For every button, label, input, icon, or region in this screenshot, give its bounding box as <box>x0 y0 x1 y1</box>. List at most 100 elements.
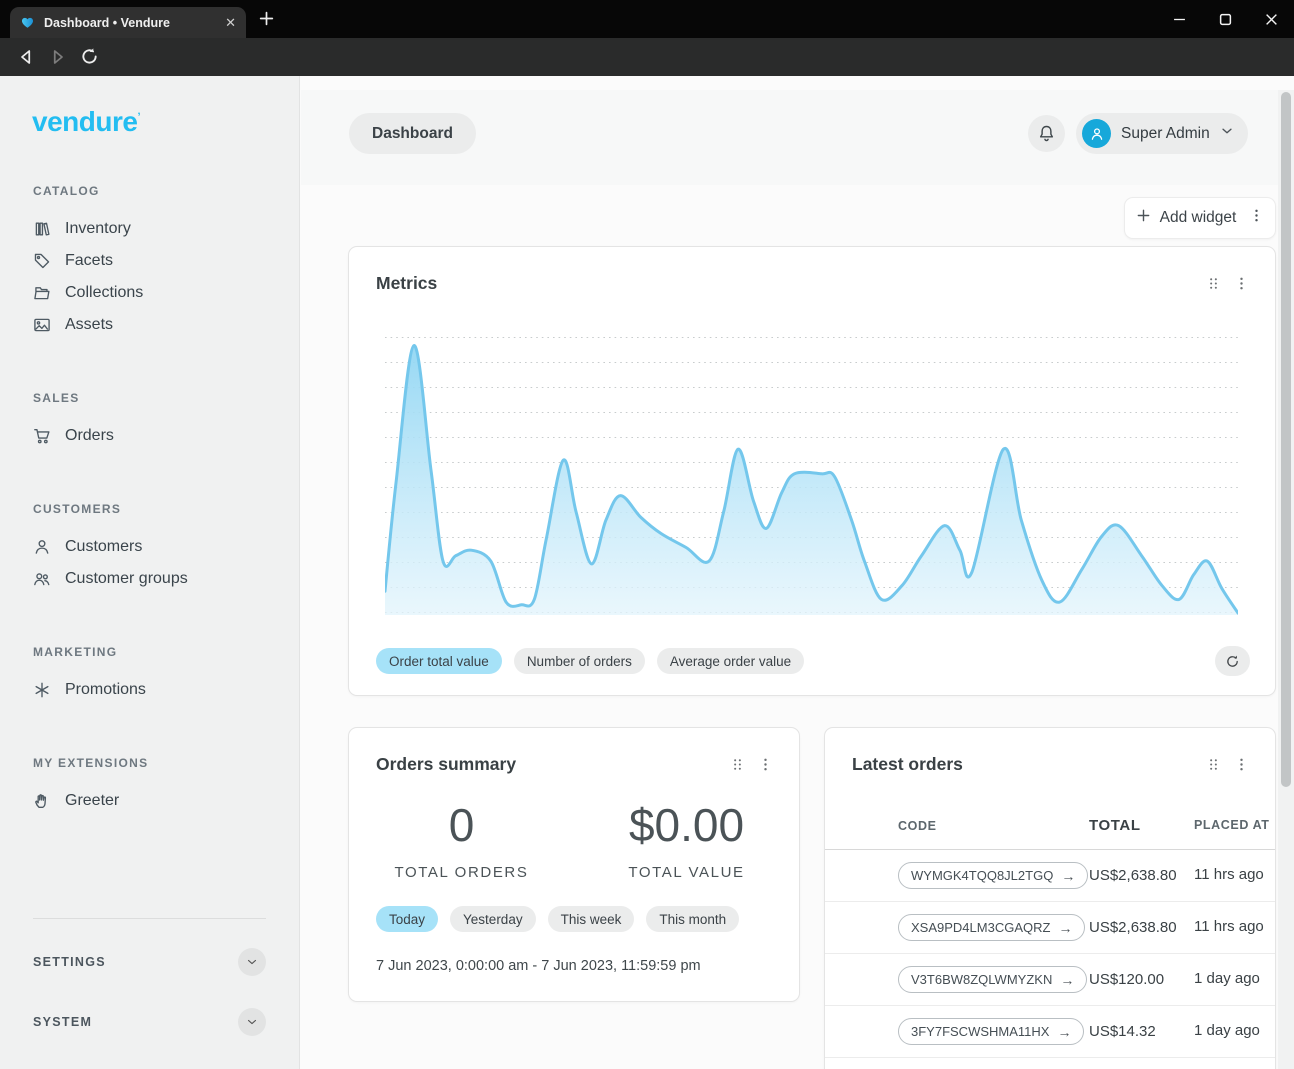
orders-summary-widget: Orders summary 0 TOTAL ORDERS $0.00 <box>348 727 800 1002</box>
section-label: CUSTOMERS <box>33 502 275 516</box>
chip-order-total-value[interactable]: Order total value <box>376 648 502 674</box>
sidebar-item-promotions[interactable]: Promotions <box>33 674 275 706</box>
total-orders-label: TOTAL ORDERS <box>349 864 574 881</box>
users-icon <box>33 570 51 588</box>
bell-icon <box>1037 124 1056 143</box>
drag-handle-icon[interactable] <box>1206 276 1221 291</box>
sidebar-item-inventory[interactable]: Inventory <box>33 213 275 245</box>
add-widget-label: Add widget <box>1160 209 1237 227</box>
window-maximize-icon[interactable] <box>1202 0 1248 38</box>
main-area: Dashboard Super Admin Add widget <box>301 76 1278 1069</box>
chevron-down-icon <box>1220 124 1234 143</box>
vendure-logo: vendureʼ <box>32 106 299 138</box>
folder-icon <box>33 284 51 302</box>
sidebar-section-sales: SALES Orders <box>33 391 275 452</box>
tab-close-icon[interactable]: ✕ <box>225 16 236 29</box>
hand-icon <box>33 792 51 810</box>
order-code-link[interactable]: XSA9PD4LM3CGAQRZ→ <box>898 914 1085 941</box>
breadcrumb[interactable]: Dashboard <box>349 113 476 154</box>
chip-this-month[interactable]: This month <box>646 906 739 932</box>
order-code-link[interactable]: 3FY7FSCWSHMA11HX → <box>898 1018 1084 1045</box>
column-header-total: TOTAL <box>1089 817 1194 834</box>
sidebar-section-catalog: CATALOG InventoryFacetsCollectionsAssets <box>33 184 275 341</box>
refresh-icon <box>1225 654 1240 669</box>
window-minimize-icon[interactable] <box>1156 0 1202 38</box>
order-code: WYMGK4TQQ8JL2TGQ <box>911 868 1053 883</box>
order-total: US$2,638.80 <box>1089 867 1194 884</box>
user-icon <box>33 538 51 556</box>
section-label: SYSTEM <box>33 1015 92 1029</box>
kebab-menu-icon[interactable] <box>758 757 773 772</box>
refresh-button[interactable] <box>1215 646 1250 676</box>
browser-window: Dashboard • Vendure ✕ ! localhost:3000/a… <box>0 0 1294 1069</box>
order-placed-at: 1 day ago <box>1194 970 1274 989</box>
sidebar-item-customers[interactable]: Customers <box>33 531 275 563</box>
column-header-placed-at: PLACED AT <box>1194 818 1274 834</box>
reload-icon[interactable] <box>80 47 102 67</box>
sidebar-item-label: Orders <box>65 427 114 445</box>
order-code: 3FY7FSCWSHMA11HX <box>911 1024 1049 1039</box>
add-widget-button[interactable]: Add widget <box>1124 197 1276 239</box>
sidebar-item-assets[interactable]: Assets <box>33 309 275 341</box>
table-row: XSA9PD4LM3CGAQRZ→US$2,638.8011 hrs ago <box>825 902 1276 954</box>
chip-number-of-orders[interactable]: Number of orders <box>514 648 645 674</box>
user-name: Super Admin <box>1121 125 1210 143</box>
chip-this-week[interactable]: This week <box>548 906 635 932</box>
kebab-menu-icon[interactable] <box>1234 757 1249 772</box>
order-code-link[interactable]: WYMGK4TQQ8JL2TGQ → <box>898 862 1088 889</box>
tag-icon <box>33 252 51 270</box>
date-range-tabs: Today Yesterday This week This month <box>376 906 739 932</box>
order-total: US$120.00 <box>1089 971 1194 988</box>
chevron-down-icon[interactable] <box>238 1008 266 1036</box>
latest-orders-widget: Latest orders CODETOTALPLACED ATWYMGK4TQ… <box>824 727 1276 1069</box>
latest-orders-table: CODETOTALPLACED ATWYMGK4TQQ8JL2TGQ→US$2,… <box>825 802 1276 1058</box>
new-tab-icon[interactable] <box>258 10 275 32</box>
sidebar-item-orders[interactable]: Orders <box>33 420 275 452</box>
sidebar-section-my-extensions: MY EXTENSIONS Greeter <box>33 756 275 817</box>
cart-icon <box>33 427 51 445</box>
section-label: CATALOG <box>33 184 275 198</box>
orders-summary-title: Orders summary <box>376 754 516 775</box>
sidebar-section-marketing: MARKETINGPromotions <box>33 645 275 706</box>
sidebar-item-greeter[interactable]: Greeter <box>33 785 275 817</box>
sidebar-item-customer-groups[interactable]: Customer groups <box>33 563 275 595</box>
arrow-right-icon: → <box>1057 1025 1071 1039</box>
sidebar-collapsible-system[interactable]: SYSTEM <box>33 1005 266 1039</box>
widget-menu-kebab-icon[interactable] <box>1249 208 1264 228</box>
chip-today[interactable]: Today <box>376 906 438 932</box>
sidebar-item-collections[interactable]: Collections <box>33 277 275 309</box>
chip-average-order-value[interactable]: Average order value <box>657 648 804 674</box>
user-menu[interactable]: Super Admin <box>1076 113 1248 154</box>
chevron-down-icon[interactable] <box>238 948 266 976</box>
kebab-menu-icon[interactable] <box>1234 276 1249 291</box>
drag-handle-icon[interactable] <box>1206 757 1221 772</box>
sidebar-item-label: Promotions <box>65 681 146 699</box>
chip-yesterday[interactable]: Yesterday <box>450 906 536 932</box>
browser-tab[interactable]: Dashboard • Vendure ✕ <box>10 7 246 38</box>
total-value-stat: $0.00 TOTAL VALUE <box>574 798 799 881</box>
section-label: SALES <box>33 391 275 405</box>
metrics-widget: Metrics Order total valueNumber of order… <box>348 246 1276 696</box>
forward-icon[interactable] <box>48 47 70 67</box>
sidebar-collapsible-settings[interactable]: SETTINGS <box>33 945 266 979</box>
order-code-link[interactable]: V3T6BW8ZQLWMYZKN→ <box>898 966 1087 993</box>
table-row: WYMGK4TQQ8JL2TGQ → US$2,638.8011 hrs ago <box>825 850 1276 902</box>
order-code: XSA9PD4LM3CGAQRZ <box>911 920 1050 935</box>
sidebar-item-facets[interactable]: Facets <box>33 245 275 277</box>
metrics-area-chart <box>385 336 1238 615</box>
back-icon[interactable] <box>16 47 38 67</box>
section-label: MY EXTENSIONS <box>33 756 275 770</box>
order-placed-at: 1 day ago <box>1194 1022 1274 1041</box>
sidebar-collapsed-sections: SETTINGS SYSTEM <box>33 945 266 1039</box>
sidebar: vendureʼ CATALOG InventoryFacetsCollectio… <box>0 76 300 1069</box>
browser-titlebar: Dashboard • Vendure ✕ <box>0 0 1294 38</box>
drag-handle-icon[interactable] <box>730 757 745 772</box>
notifications-button[interactable] <box>1028 115 1065 152</box>
arrow-right-icon: → <box>1061 869 1075 883</box>
vertical-scrollbar-thumb[interactable] <box>1281 92 1291 787</box>
library-icon <box>33 220 51 238</box>
area-series-fill <box>385 345 1238 615</box>
window-close-icon[interactable] <box>1248 0 1294 38</box>
order-placed-at: 11 hrs ago <box>1194 866 1274 885</box>
window-controls <box>1156 0 1294 38</box>
